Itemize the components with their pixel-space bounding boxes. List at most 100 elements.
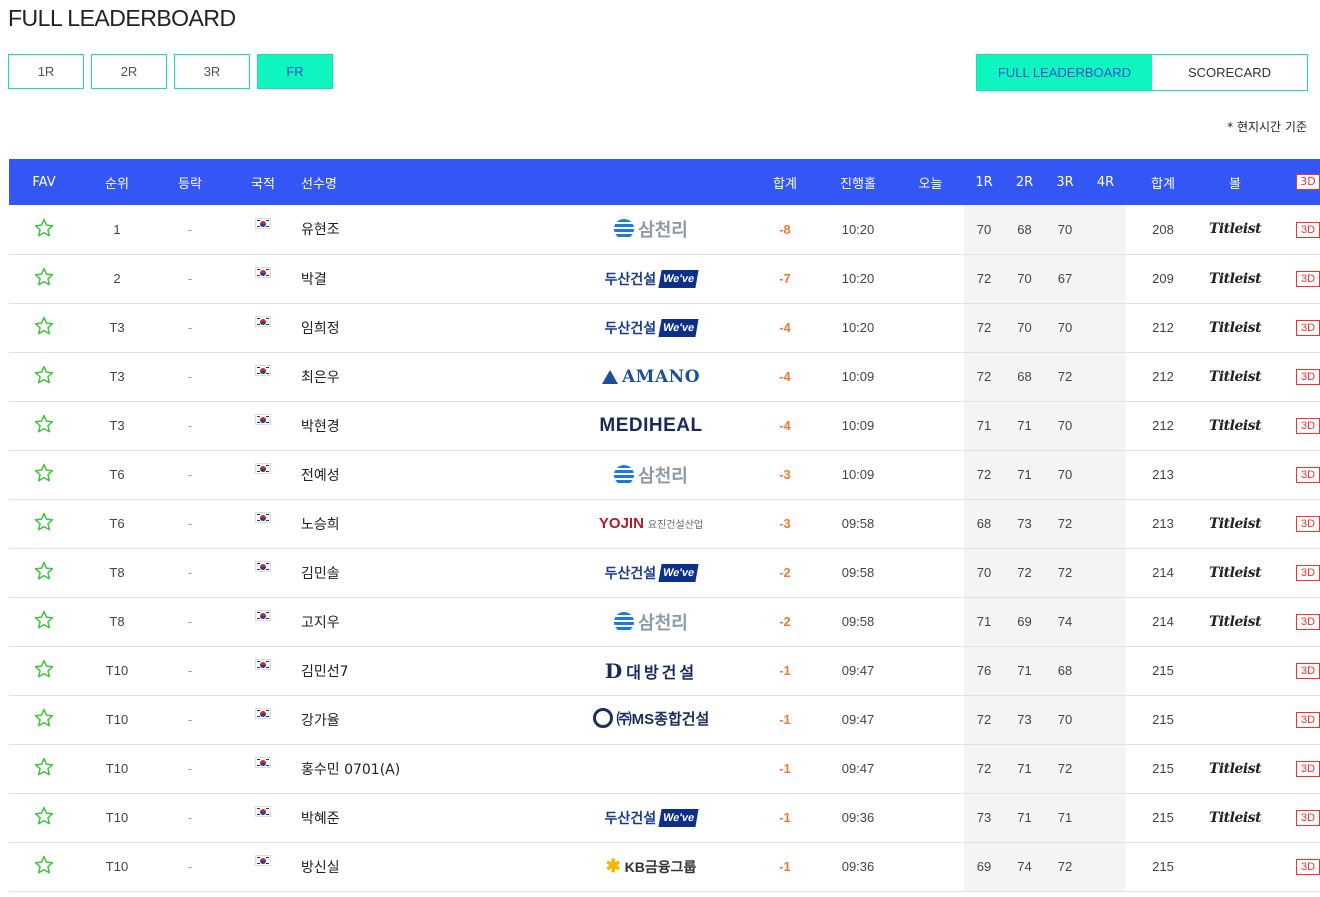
korea-flag-icon (255, 855, 271, 867)
rank-cell: T6 (109, 467, 125, 482)
fav-star-button[interactable] (33, 757, 55, 781)
fav-cell[interactable] (9, 548, 79, 597)
player-name[interactable]: 강가율 (301, 695, 551, 744)
tab-scorecard[interactable]: SCORECARD (1152, 55, 1307, 90)
fav-star-button[interactable] (33, 316, 55, 340)
three-d-cell[interactable]: 3D (1270, 597, 1320, 646)
table-row[interactable]: T6 - 노승희 YOJIN 요진건설산업 -3 09:58 68 73 72 213 Titleis… (9, 499, 1320, 548)
three-d-cell[interactable]: 3D (1270, 695, 1320, 744)
round1-score: 70 (964, 205, 1004, 254)
three-d-cell[interactable]: 3D (1270, 352, 1320, 401)
three-d-cell[interactable]: 3D (1270, 254, 1320, 303)
fav-star-button[interactable] (33, 365, 55, 389)
three-d-button[interactable]: 3D (1296, 565, 1320, 581)
nation-cell (225, 303, 301, 352)
three-d-button[interactable]: 3D (1296, 663, 1320, 679)
fav-cell[interactable] (9, 205, 79, 254)
fav-cell[interactable] (9, 793, 79, 842)
three-d-cell[interactable]: 3D (1270, 401, 1320, 450)
player-name[interactable]: 방신실 (301, 842, 551, 891)
three-d-button[interactable]: 3D (1296, 516, 1320, 532)
three-d-cell[interactable]: 3D (1270, 499, 1320, 548)
player-name[interactable]: 전예성 (301, 450, 551, 499)
table-row[interactable]: T3- 박현경 MEDIHEAL -4 10:09 71 71 70 212 Titleist 3D (9, 401, 1320, 450)
three-d-button[interactable]: 3D (1296, 810, 1320, 826)
table-row[interactable]: T10 - 방신실 ✱ KB금융그룹 -1 09:36 69 74 72 215 3D (9, 842, 1320, 891)
fav-cell[interactable] (9, 401, 79, 450)
fav-star-button[interactable] (33, 414, 55, 438)
three-d-button[interactable]: 3D (1296, 418, 1320, 434)
table-row[interactable]: T3- 임희정 두산건설 We've -4 10:20 72 70 70 212 Titleist 3… (9, 303, 1320, 352)
fav-cell[interactable] (9, 450, 79, 499)
player-name[interactable]: 김민선7 (301, 646, 551, 695)
three-d-button[interactable]: 3D (1296, 614, 1320, 630)
fav-star-button[interactable] (33, 855, 55, 879)
table-row[interactable]: T8- 김민솔 두산건설 We've -2 09:58 70 72 72 214 Titleist 3… (9, 548, 1320, 597)
player-name[interactable]: 박혜준 (301, 793, 551, 842)
three-d-button[interactable]: 3D (1296, 369, 1320, 385)
fav-star-button[interactable] (33, 659, 55, 683)
three-d-cell[interactable]: 3D (1270, 548, 1320, 597)
player-name[interactable]: 김민솔 (301, 548, 551, 597)
table-row[interactable]: T8 - 고지우 삼천리 -2 09:58 71 69 74 214 Titleist 3D (9, 597, 1320, 646)
three-d-button[interactable]: 3D (1296, 221, 1320, 238)
fav-cell[interactable] (9, 352, 79, 401)
tab-round-1[interactable]: 1R (8, 54, 84, 89)
player-name[interactable]: 유현조 (301, 205, 551, 254)
fav-star-button[interactable] (33, 512, 55, 536)
tab-round-2[interactable]: 2R (91, 54, 167, 89)
fav-cell[interactable] (9, 646, 79, 695)
three-d-cell[interactable]: 3D (1270, 793, 1320, 842)
three-d-cell[interactable]: 3D (1270, 842, 1320, 891)
three-d-cell[interactable]: 3D (1270, 303, 1320, 352)
three-d-cell[interactable]: 3D (1270, 205, 1320, 254)
player-name[interactable]: 고지우 (301, 597, 551, 646)
three-d-cell[interactable]: 3D (1270, 450, 1320, 499)
table-row[interactable]: 1 - 유현조 삼천리 -8 10:20 70 68 70 208 Titleist 3D (9, 205, 1320, 254)
kb-star-icon: ✱ (605, 856, 621, 876)
table-row[interactable]: T10 - 강가율 ㈜MS종합건설 -1 09:47 72 73 70 215 3D (9, 695, 1320, 744)
fav-star-button[interactable] (33, 267, 55, 291)
fav-star-button[interactable] (33, 610, 55, 634)
three-d-button[interactable]: 3D (1296, 320, 1320, 336)
player-name[interactable]: 박결 (301, 254, 551, 303)
three-d-cell[interactable]: 3D (1270, 744, 1320, 793)
fav-cell[interactable] (9, 744, 79, 793)
tab-round-3[interactable]: 3R (174, 54, 250, 89)
fav-star-button[interactable] (33, 806, 55, 830)
player-name[interactable]: 박현경 (301, 401, 551, 450)
fav-cell[interactable] (9, 303, 79, 352)
table-row[interactable]: T10- 박혜준 두산건설 We've -1 09:36 73 71 71 215 Titleist… (9, 793, 1320, 842)
table-row[interactable]: 2 - 박결 두산건설 We've -7 10:20 72 70 67 209 Titleist 3D (9, 254, 1320, 303)
fav-cell[interactable] (9, 842, 79, 891)
three-d-button[interactable]: 3D (1296, 712, 1320, 728)
player-name[interactable]: 노승희 (301, 499, 551, 548)
three-d-button[interactable]: 3D (1296, 467, 1320, 483)
player-name[interactable]: 최은우 (301, 352, 551, 401)
fav-star-button[interactable] (33, 463, 55, 487)
tab-round-final[interactable]: FR (257, 54, 333, 89)
korea-flag-icon (255, 708, 271, 720)
fav-cell[interactable] (9, 597, 79, 646)
table-row[interactable]: T10 - 홍수민 0701(A) -1 09:47 72 71 72 215 Titleist 3… (9, 744, 1320, 793)
three-d-button[interactable]: 3D (1296, 761, 1320, 777)
ball-brand-logo: Titleist (1208, 613, 1262, 630)
table-row[interactable]: T10 - 김민선7 D 대방건설 -1 09:47 76 71 68 215 3D (9, 646, 1320, 695)
fav-star-button[interactable] (33, 218, 55, 242)
fav-star-button[interactable] (33, 561, 55, 585)
fav-cell[interactable] (9, 499, 79, 548)
player-name[interactable]: 홍수민 0701(A) (301, 744, 551, 793)
total-to-par: -2 (779, 614, 791, 629)
three-d-button[interactable]: 3D (1296, 859, 1320, 875)
table-row[interactable]: T3 - 최은우 AMANO -4 10:09 72 68 72 212 Titleist 3D (9, 352, 1320, 401)
player-name[interactable]: 임희정 (301, 303, 551, 352)
fav-star-button[interactable] (33, 708, 55, 732)
samchully-mark-icon (614, 611, 635, 632)
three-d-button[interactable]: 3D (1296, 271, 1320, 287)
korea-flag-icon (255, 316, 271, 328)
table-row[interactable]: T6 - 전예성 삼천리 -3 10:09 72 71 70 213 3D (9, 450, 1320, 499)
three-d-cell[interactable]: 3D (1270, 646, 1320, 695)
tab-full-leaderboard[interactable]: FULL LEADERBOARD (977, 55, 1152, 90)
fav-cell[interactable] (9, 695, 79, 744)
fav-cell[interactable] (9, 254, 79, 303)
